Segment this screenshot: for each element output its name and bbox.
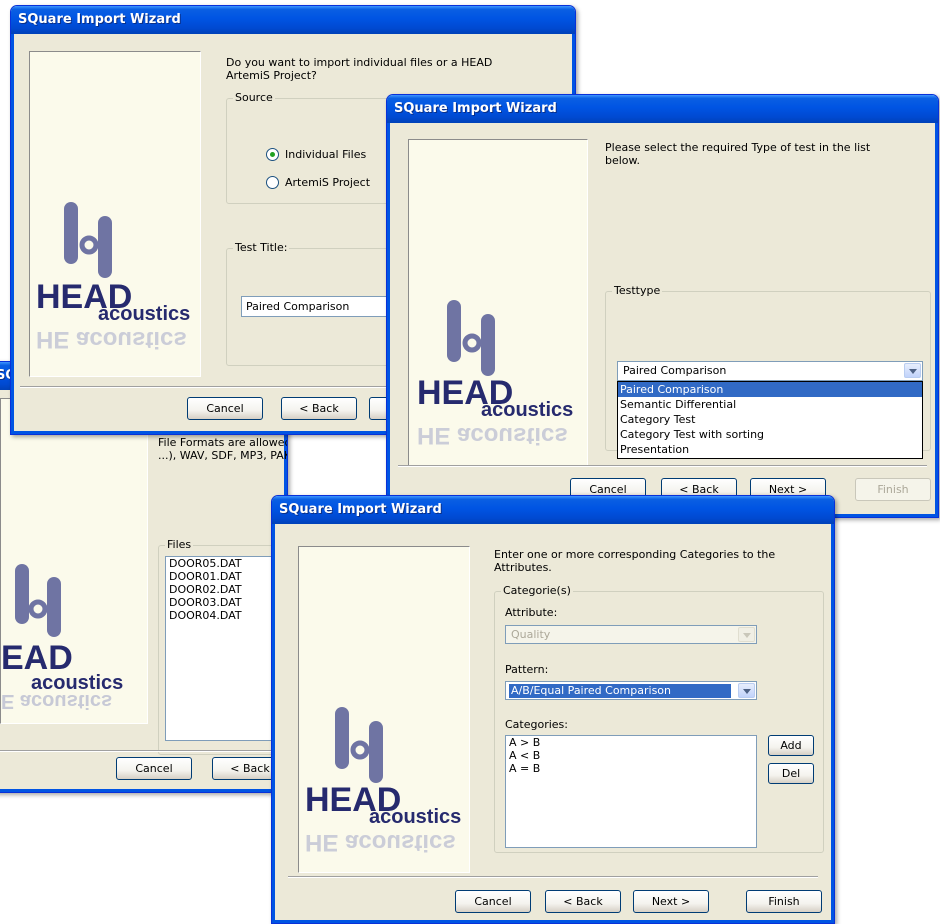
pattern-select[interactable]: A/B/Equal Paired Comparison xyxy=(505,681,757,700)
testtype-select[interactable]: Paired Comparison xyxy=(617,361,923,381)
svg-text:E acoustics: E acoustics xyxy=(1,690,112,712)
head-logo-panel: HEAD acoustics HE acoustics xyxy=(408,139,588,467)
attribute-selected-value: Quality xyxy=(511,628,551,641)
chevron-down-icon[interactable] xyxy=(904,363,921,378)
finish-button[interactable]: Finish xyxy=(855,478,931,501)
svg-text:acoustics: acoustics xyxy=(369,806,461,828)
back-button[interactable]: < Back xyxy=(281,397,357,420)
pattern-label: Pattern: xyxy=(505,663,549,676)
window-body: HEAD acoustics HE acoustics Enter one or… xyxy=(272,524,834,923)
individual-files-radio[interactable] xyxy=(266,148,279,161)
testtype-selected-value: Paired Comparison xyxy=(623,364,727,377)
individual-files-label: Individual Files xyxy=(285,148,367,161)
categories-label: Categories: xyxy=(505,718,568,731)
window-title: SQuare Import Wizard xyxy=(279,502,442,517)
artemis-project-label: ArtemiS Project xyxy=(285,176,371,189)
files-label: Files xyxy=(165,538,194,551)
testtype-option[interactable]: Category Test with sorting xyxy=(618,427,922,442)
testtype-option[interactable]: Semantic Differential xyxy=(618,397,922,412)
categories-group-label: Categorie(s) xyxy=(501,584,573,597)
category-item[interactable]: A > B xyxy=(506,736,756,749)
category-item[interactable]: A = B xyxy=(506,762,756,775)
window-title: SQuare Import Wizard xyxy=(394,101,557,116)
chevron-down-icon[interactable] xyxy=(738,683,755,698)
separator xyxy=(0,750,276,752)
window-title-bar[interactable]: SQuare Import Wizard xyxy=(387,95,938,123)
separator xyxy=(288,876,818,878)
wizard-window-testtype: SQuare Import Wizard HEAD acoustics HE a… xyxy=(386,94,939,518)
source-label: Source xyxy=(233,91,275,104)
head-acoustics-logo: HEAD acoustics HE acoustics xyxy=(36,202,190,353)
svg-text:HE acoustics: HE acoustics xyxy=(36,326,187,353)
chevron-down-icon[interactable] xyxy=(738,627,755,642)
window-title-bar[interactable]: SQuare Import Wizard xyxy=(272,496,834,524)
head-logo-panel: EAD acoustics E acoustics xyxy=(0,398,148,724)
source-question: Do you want to import individual files o… xyxy=(226,56,493,82)
individual-files-option[interactable]: Individual Files xyxy=(266,148,366,161)
window-body: HEAD acoustics HE acoustics Please selec… xyxy=(387,123,938,517)
file-item[interactable]: DOOR01.DAT xyxy=(166,570,284,583)
add-category-button[interactable]: Add xyxy=(768,735,814,756)
test-title-label: Test Title: xyxy=(233,241,290,254)
categories-list[interactable]: A > B A < B A = B xyxy=(505,735,757,848)
svg-text:acoustics: acoustics xyxy=(481,399,573,421)
attribute-select[interactable]: Quality xyxy=(505,625,757,644)
file-item[interactable]: DOOR04.DAT xyxy=(166,609,284,622)
window-title: SQuare Import Wizard xyxy=(18,12,181,27)
delete-category-button[interactable]: Del xyxy=(768,763,814,784)
cancel-button[interactable]: Cancel xyxy=(187,397,263,420)
svg-text:HE acoustics: HE acoustics xyxy=(417,422,568,449)
head-acoustics-logo: HEAD acoustics HE acoustics xyxy=(305,707,461,856)
attribute-label: Attribute: xyxy=(505,606,558,619)
head-logo-panel: HEAD acoustics HE acoustics xyxy=(298,546,470,873)
artemis-project-radio[interactable] xyxy=(266,176,279,189)
cancel-button[interactable]: Cancel xyxy=(116,757,192,780)
back-button[interactable]: < Back xyxy=(545,890,621,913)
head-logo-panel: HEAD acoustics HE acoustics xyxy=(29,51,201,377)
testtype-option[interactable]: Category Test xyxy=(618,412,922,427)
file-formats-text: File Formats are allowed like DAT (HEAD … xyxy=(158,436,288,462)
separator xyxy=(398,465,927,467)
testtype-option[interactable]: Presentation xyxy=(618,442,922,457)
file-item[interactable]: DOOR05.DAT xyxy=(166,557,284,570)
categories-instruction: Enter one or more corresponding Categori… xyxy=(494,548,776,574)
files-list[interactable]: DOOR05.DAT DOOR01.DAT DOOR02.DAT DOOR03.… xyxy=(165,556,285,741)
svg-text:acoustics: acoustics xyxy=(98,303,190,325)
cancel-button[interactable]: Cancel xyxy=(455,890,531,913)
artemis-project-option[interactable]: ArtemiS Project xyxy=(266,176,370,189)
svg-text:HE acoustics: HE acoustics xyxy=(305,829,456,856)
category-item[interactable]: A < B xyxy=(506,749,756,762)
pattern-selected-value: A/B/Equal Paired Comparison xyxy=(509,684,731,698)
testtype-label: Testtype xyxy=(612,284,663,297)
wizard-window-categories: SQuare Import Wizard HEAD acoustics HE a… xyxy=(271,495,835,924)
next-button[interactable]: Next > xyxy=(633,890,709,913)
head-acoustics-logo: EAD acoustics E acoustics xyxy=(1,564,123,712)
file-item[interactable]: DOOR02.DAT xyxy=(166,583,284,596)
testtype-instruction: Please select the required Type of test … xyxy=(605,141,871,167)
testtype-option[interactable]: Paired Comparison xyxy=(618,382,922,397)
head-acoustics-logo: HEAD acoustics HE acoustics xyxy=(417,300,573,449)
finish-button[interactable]: Finish xyxy=(746,890,822,913)
window-title-bar[interactable]: SQuare Import Wizard xyxy=(11,6,575,34)
window-body: EAD acoustics E acoustics File Formats a… xyxy=(0,390,287,792)
testtype-dropdown-list[interactable]: Paired Comparison Semantic Differential … xyxy=(617,381,923,459)
file-item[interactable]: DOOR03.DAT xyxy=(166,596,284,609)
